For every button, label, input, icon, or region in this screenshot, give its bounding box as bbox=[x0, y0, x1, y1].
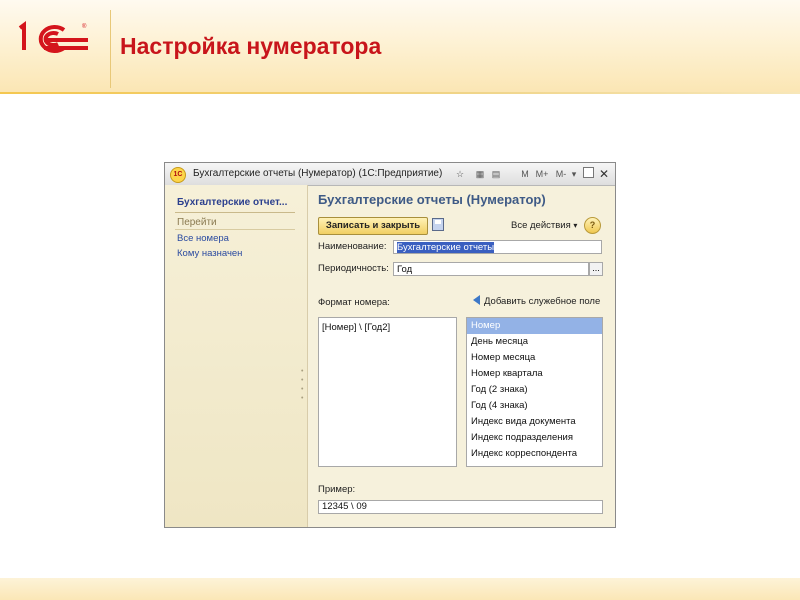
list-item[interactable]: Номер bbox=[467, 318, 602, 334]
nav-link-assigned-to[interactable]: Кому назначен bbox=[177, 248, 242, 259]
name-label: Наименование: bbox=[318, 241, 387, 252]
list-item[interactable]: Индекс вида документа bbox=[467, 414, 602, 430]
memory-m-minus-button[interactable]: M- bbox=[554, 167, 568, 181]
slide-title: Настройка нумератора bbox=[120, 33, 382, 59]
slide-footer bbox=[0, 578, 800, 600]
maximize-icon[interactable] bbox=[583, 167, 594, 178]
service-fields-list[interactable]: Номер День месяца Номер месяца Номер ква… bbox=[466, 317, 603, 467]
number-format-value: [Номер] \ [Год2] bbox=[322, 322, 391, 333]
add-service-field-button[interactable]: Добавить служебное поле bbox=[473, 295, 600, 307]
help-button[interactable]: ? bbox=[584, 217, 601, 234]
name-field[interactable]: Бухгалтерские отчеты bbox=[393, 240, 602, 254]
window-titlebar[interactable]: 1С Бухгалтерские отчеты (Нумератор) (1С:… bbox=[165, 163, 615, 186]
memory-m-button[interactable]: M bbox=[520, 167, 530, 181]
navigation-panel: Бухгалтерские отчет... Перейти Все номер… bbox=[165, 185, 308, 527]
list-item[interactable]: Номер квартала bbox=[467, 366, 602, 382]
periodicity-select-button[interactable]: ... bbox=[589, 262, 603, 276]
list-item[interactable]: Индекс подразделения bbox=[467, 430, 602, 446]
list-item[interactable]: Год (4 знака) bbox=[467, 398, 602, 414]
all-actions-menu[interactable]: Все действия ▾ bbox=[511, 220, 577, 231]
list-item[interactable]: День месяца bbox=[467, 334, 602, 350]
nav-divider bbox=[175, 229, 295, 230]
form-area: Бухгалтерские отчеты (Нумератор) Записат… bbox=[308, 185, 615, 527]
periodicity-field[interactable]: Год bbox=[393, 262, 589, 276]
calculator-icon[interactable]: ▦ bbox=[474, 167, 486, 181]
periodicity-label: Периодичность: bbox=[318, 263, 389, 274]
add-service-field-label: Добавить служебное поле bbox=[484, 296, 601, 307]
form-title: Бухгалтерские отчеты (Нумератор) bbox=[318, 192, 546, 207]
save-icon[interactable] bbox=[432, 218, 444, 231]
menu-dropdown-icon[interactable]: ▾ bbox=[570, 167, 578, 181]
window-title: Бухгалтерские отчеты (Нумератор) (1С:Пре… bbox=[193, 168, 443, 179]
calendar-icon[interactable]: ▤ bbox=[490, 167, 502, 181]
close-icon[interactable]: ✕ bbox=[598, 167, 610, 181]
list-item[interactable]: Год (2 знака) bbox=[467, 382, 602, 398]
1c-logo: ® bbox=[18, 21, 88, 53]
1c-app-icon: 1С bbox=[170, 167, 186, 183]
memory-m-plus-button[interactable]: M+ bbox=[535, 167, 549, 181]
splitter-handle[interactable]: • • • • bbox=[301, 367, 305, 403]
favorite-star-icon[interactable]: ☆ bbox=[454, 167, 466, 181]
chevron-down-icon: ▾ bbox=[573, 221, 578, 230]
arrow-left-icon bbox=[473, 295, 480, 305]
logo-divider bbox=[110, 10, 111, 88]
name-value: Бухгалтерские отчеты bbox=[397, 242, 495, 253]
svg-text:®: ® bbox=[82, 23, 87, 30]
write-and-close-button[interactable]: Записать и закрыть bbox=[318, 217, 428, 235]
nav-section-goto: Перейти bbox=[177, 217, 217, 228]
nav-object-title[interactable]: Бухгалтерские отчет... bbox=[177, 197, 295, 208]
list-item[interactable]: Номер месяца bbox=[467, 350, 602, 366]
number-format-editor[interactable]: [Номер] \ [Год2] bbox=[318, 317, 457, 467]
header-divider-line bbox=[0, 92, 800, 94]
list-item[interactable]: Индекс корреспондента bbox=[467, 446, 602, 462]
nav-divider bbox=[175, 212, 295, 213]
format-label: Формат номера: bbox=[318, 297, 390, 308]
example-field: 12345 \ 09 bbox=[318, 500, 603, 514]
nav-link-all-numbers[interactable]: Все номера bbox=[177, 233, 229, 244]
app-window: 1С Бухгалтерские отчеты (Нумератор) (1С:… bbox=[164, 162, 616, 528]
all-actions-label: Все действия bbox=[511, 220, 571, 231]
example-label: Пример: bbox=[318, 484, 356, 495]
